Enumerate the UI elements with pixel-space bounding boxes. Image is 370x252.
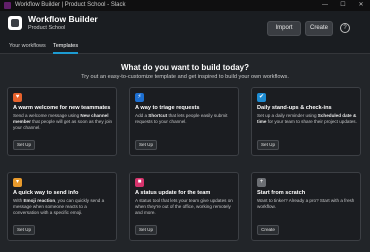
tab-templates[interactable]: Templates — [53, 43, 79, 54]
import-button[interactable]: Import — [267, 21, 301, 36]
template-title: A way to triage requests — [135, 105, 200, 111]
help-icon[interactable]: ? — [340, 23, 350, 33]
template-card[interactable]: ✔ Daily stand-ups & check-ins Set up a dai… — [251, 87, 361, 156]
template-title: Daily stand-ups & check-ins — [257, 105, 332, 111]
template-description: A status tool that lets your team give u… — [135, 198, 233, 215]
templates-subheading: Try out an easy-to-customize template an… — [81, 74, 289, 80]
template-card[interactable]: ♥ A warm welcome for new teammates Send a … — [7, 87, 117, 156]
set-up-button[interactable]: Set Up — [13, 140, 35, 150]
template-card[interactable]: ▾ A quick way to send info With Emoji reac… — [7, 172, 117, 241]
status-icon: ■ — [135, 178, 144, 187]
set-up-button[interactable]: Set Up — [135, 140, 157, 150]
template-description: With Emoji reaction, you can quickly sen… — [13, 198, 105, 215]
window-title: Workflow Builder | Product School - Slac… — [15, 2, 126, 8]
lightning-icon: ⚡ — [135, 93, 144, 102]
template-title: Start from scratch — [257, 190, 306, 196]
create-button[interactable]: Create — [305, 21, 333, 36]
set-up-button[interactable]: Set Up — [135, 225, 157, 235]
slack-app-icon — [4, 2, 11, 9]
tab-bar: Your workflows Templates — [0, 41, 370, 54]
templates-heading: What do you want to build today? — [121, 63, 249, 72]
check-icon: ✔ — [257, 93, 266, 102]
template-title: A quick way to send info — [13, 190, 79, 196]
template-description: Set up a daily reminder using Scheduled … — [257, 113, 357, 124]
set-up-button[interactable]: Set Up — [257, 140, 279, 150]
workflow-builder-logo-icon — [8, 16, 22, 30]
create-from-scratch-button[interactable]: Create — [257, 225, 279, 235]
heart-icon: ♥ — [13, 93, 22, 102]
workspace-name: Product School — [28, 25, 66, 31]
maximize-button[interactable]: ☐ — [334, 0, 352, 11]
tab-your-workflows[interactable]: Your workflows — [9, 43, 46, 49]
window-titlebar: Workflow Builder | Product School - Slac… — [0, 0, 370, 11]
plus-icon: + — [257, 178, 266, 187]
template-card[interactable]: + Start from scratch Want to tinker? Alrea… — [251, 172, 361, 241]
template-description: Add a Shortcut that lets people easily s… — [135, 113, 228, 124]
minimize-button[interactable]: — — [316, 0, 334, 11]
template-description: Want to tinker? Already a pro? Start wit… — [257, 198, 355, 209]
template-description: Send a welcome message using New channel… — [13, 113, 113, 130]
template-card[interactable]: ⚡ A way to triage requests Add a Shortcut … — [129, 87, 239, 156]
templates-panel: What do you want to build today? Try out… — [0, 54, 370, 252]
close-window-button[interactable]: ✕ — [352, 0, 370, 11]
page-title: Workflow Builder — [28, 14, 98, 24]
inbox-icon: ▾ — [13, 178, 22, 187]
template-title: A status update for the team — [135, 190, 211, 196]
template-card[interactable]: ■ A status update for the team A status to… — [129, 172, 239, 241]
set-up-button[interactable]: Set Up — [13, 225, 35, 235]
template-title: A warm welcome for new teammates — [13, 105, 111, 111]
